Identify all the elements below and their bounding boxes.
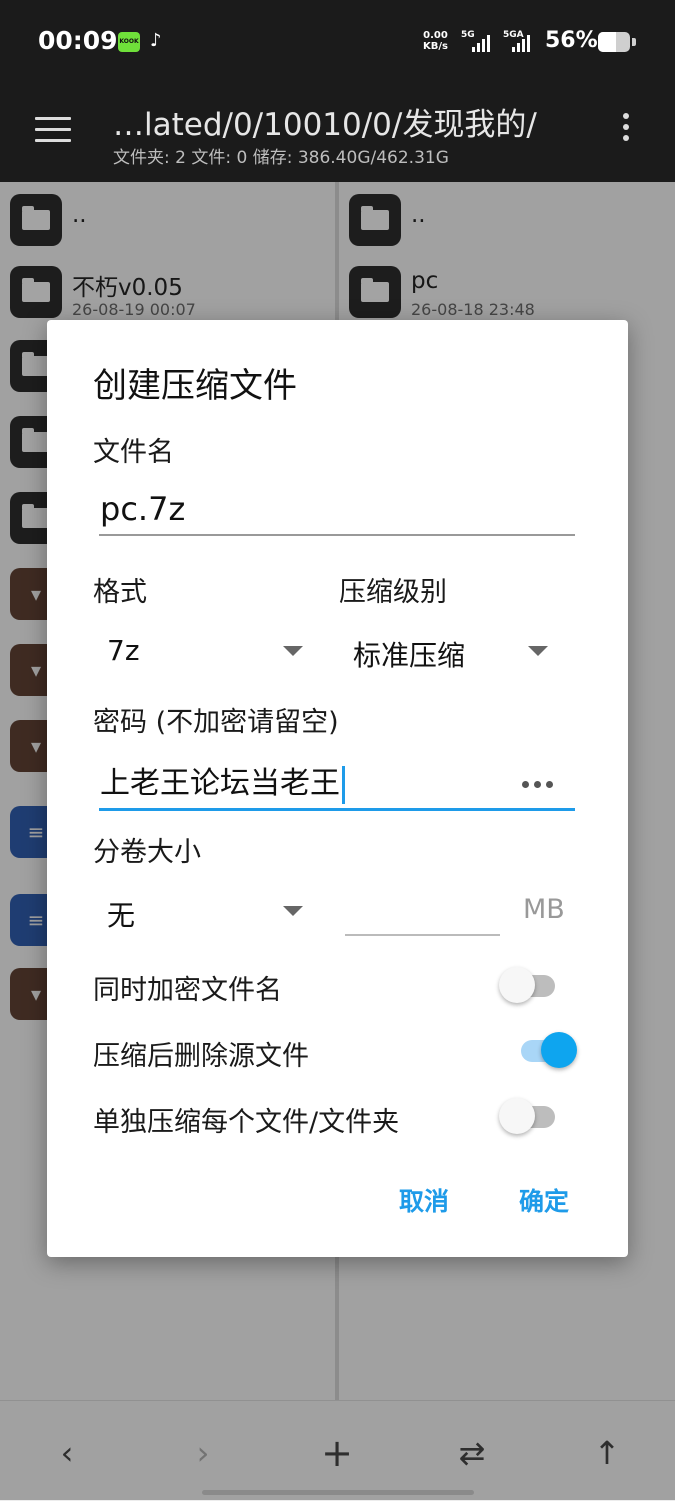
path-title: …lated/0/10010/0/发现我的/ (113, 107, 537, 143)
password-underline (99, 808, 575, 811)
kook-app-icon: KOOK (118, 32, 140, 52)
path-summary: 文件夹: 2 文件: 0 储存: 386.40G/462.31G (113, 148, 449, 168)
chevron-down-icon (283, 646, 303, 656)
network-speed: 0.00 KB/s (423, 30, 448, 52)
more-options-icon[interactable] (620, 113, 632, 149)
sim1-signal-icon (472, 34, 490, 52)
compress-separately-switch[interactable] (499, 1096, 563, 1136)
encrypt-filenames-switch[interactable] (499, 965, 563, 1005)
compress-separately-label: 单独压缩每个文件/文件夹 (93, 1107, 400, 1138)
battery-tip (632, 38, 636, 46)
sim2-signal-icon (512, 34, 530, 52)
menu-icon[interactable] (35, 117, 71, 145)
delete-source-switch[interactable] (513, 1030, 577, 1070)
status-bar: 00:09 KOOK ♪ 0.00 KB/s 5G 5GA 56% (0, 0, 675, 85)
password-label: 密码 (不加密请留空) (93, 707, 339, 738)
battery-percent: 56% (545, 28, 598, 53)
compression-level-label: 压缩级别 (339, 577, 447, 608)
home-indicator[interactable] (202, 1490, 474, 1495)
battery-icon (598, 32, 630, 52)
cancel-button[interactable]: 取消 (399, 1182, 449, 1218)
password-input[interactable]: 上老王论坛当老王 (100, 758, 345, 804)
text-caret (342, 765, 345, 804)
filename-input[interactable]: pc.7z (100, 490, 185, 528)
ok-button[interactable]: 确定 (519, 1182, 569, 1218)
battery-level (598, 32, 616, 52)
app-toolbar: …lated/0/10010/0/发现我的/ 文件夹: 2 文件: 0 储存: … (0, 85, 675, 182)
encrypt-filenames-label: 同时加密文件名 (93, 975, 282, 1006)
filename-label: 文件名 (93, 437, 174, 468)
delete-source-label: 压缩后删除源文件 (93, 1041, 309, 1072)
chevron-down-icon (528, 646, 548, 656)
format-value: 7z (107, 634, 140, 667)
filename-underline (99, 534, 575, 536)
split-size-label: 分卷大小 (93, 837, 201, 868)
split-size-unit: MB (523, 894, 565, 925)
tiktok-app-icon: ♪ (150, 30, 162, 51)
split-size-input[interactable] (345, 890, 500, 936)
network-speed-unit: KB/s (423, 41, 448, 52)
split-size-value: 无 (107, 899, 136, 932)
dialog-title: 创建压缩文件 (93, 366, 297, 406)
password-value: 上老王论坛当老王 (100, 766, 340, 801)
password-visibility-icon[interactable] (522, 777, 556, 791)
clock: 00:09 (38, 26, 118, 55)
format-label: 格式 (93, 577, 147, 608)
network-speed-value: 0.00 (423, 30, 448, 41)
split-size-underline (345, 934, 500, 936)
create-archive-dialog: 创建压缩文件 文件名 pc.7z 格式 压缩级别 7z 标准压缩 密码 (不加密… (47, 320, 628, 1257)
chevron-down-icon (283, 906, 303, 916)
compression-level-value: 标准压缩 (353, 639, 466, 672)
